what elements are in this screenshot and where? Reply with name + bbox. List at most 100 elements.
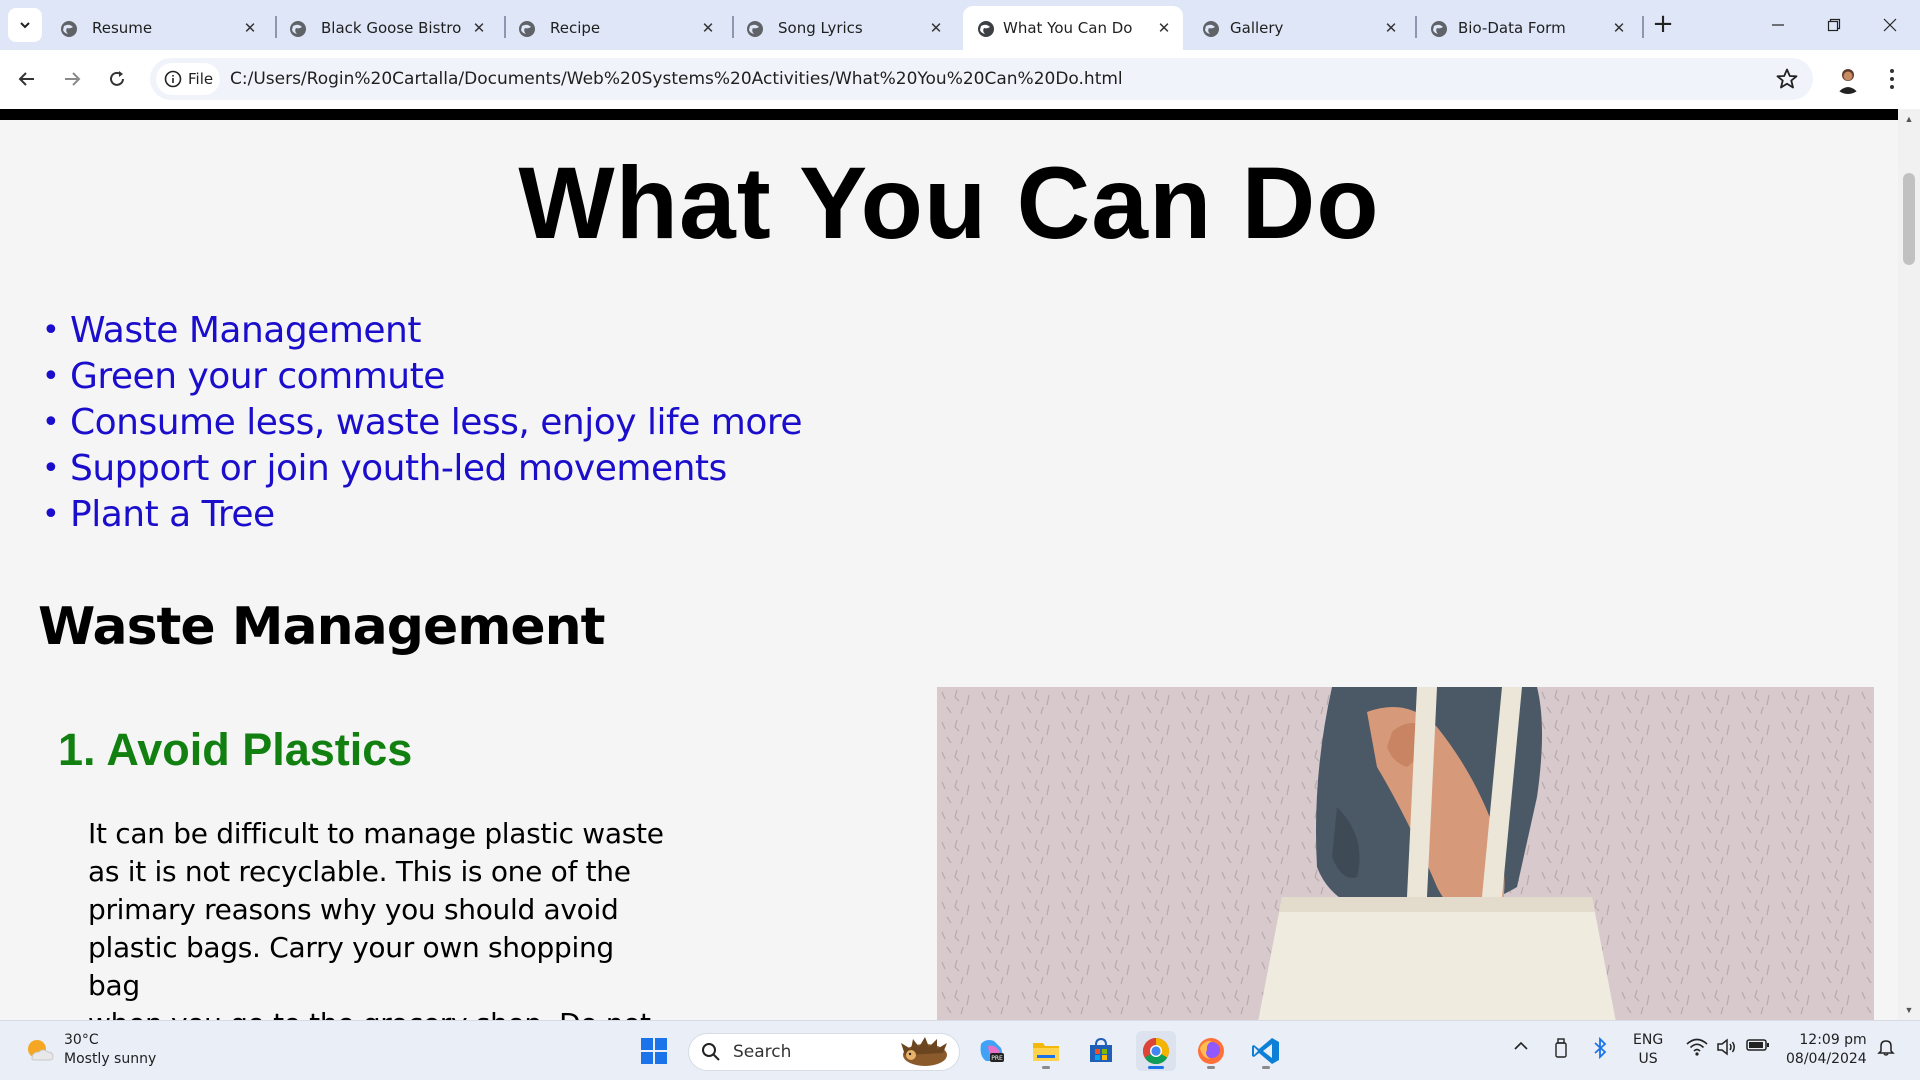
tab-title: Bio-Data Form xyxy=(1458,19,1566,37)
taskbar-app-store[interactable] xyxy=(1081,1031,1121,1071)
tab-gallery[interactable]: Gallery ✕ xyxy=(1188,6,1410,50)
globe-icon xyxy=(978,21,994,37)
weather-desc: Mostly sunny xyxy=(64,1051,157,1067)
tab-resume[interactable]: Resume ✕ xyxy=(46,6,268,50)
taskbar-app-vscode[interactable] xyxy=(1246,1031,1286,1071)
toc-link-plant-a-tree[interactable]: Plant a Tree xyxy=(70,494,275,535)
volume-icon xyxy=(1717,1038,1735,1056)
toc-link-green-commute[interactable]: Green your commute xyxy=(70,356,445,397)
site-chip-label: File xyxy=(188,70,214,88)
show-hidden-icons[interactable] xyxy=(1512,1037,1530,1055)
bluetooth-tray[interactable] xyxy=(1592,1037,1608,1059)
close-icon[interactable]: ✕ xyxy=(1381,18,1401,38)
tab-search-button[interactable] xyxy=(8,8,42,42)
minimize-button[interactable] xyxy=(1760,10,1796,40)
tab-song-lyrics[interactable]: Song Lyrics ✕ xyxy=(732,6,954,50)
taskbar-app-firefox[interactable] xyxy=(1191,1031,1231,1071)
paragraph: It can be difficult to manage plastic wa… xyxy=(88,815,673,1020)
usb-drive-icon xyxy=(1555,1038,1567,1058)
usb-tray[interactable] xyxy=(1552,1037,1570,1059)
toc-item: • Consume less, waste less, enjoy life mo… xyxy=(42,399,803,445)
volume-tray[interactable] xyxy=(1716,1037,1738,1057)
toc-item: • Support or join youth-led movements xyxy=(42,445,802,491)
scroll-thumb[interactable] xyxy=(1903,173,1915,265)
address-bar[interactable]: File C:/Users/Rogin%20Cartalla/Documents… xyxy=(150,58,1813,100)
running-indicator xyxy=(1148,1066,1164,1069)
svg-text:PRE: PRE xyxy=(991,1055,1003,1062)
toc-link-waste-management[interactable]: Waste Management xyxy=(70,310,421,351)
close-icon[interactable]: ✕ xyxy=(469,18,489,38)
close-icon[interactable]: ✕ xyxy=(698,18,718,38)
firefox-icon xyxy=(1198,1038,1224,1064)
tab-black-goose-bistro[interactable]: Black Goose Bistro ✕ xyxy=(275,6,497,50)
bullet-icon: • xyxy=(42,312,60,348)
battery-tray[interactable] xyxy=(1746,1037,1770,1053)
tab-recipe[interactable]: Recipe ✕ xyxy=(504,6,726,50)
clock-date: 08/04/2024 xyxy=(1786,1051,1867,1067)
tab-title: Black Goose Bistro xyxy=(321,19,462,37)
language-code: ENG xyxy=(1633,1032,1664,1048)
tab-what-you-can-do[interactable]: What You Can Do ✕ xyxy=(963,6,1183,50)
chevron-up-icon xyxy=(1514,1041,1528,1050)
minimize-icon xyxy=(1772,24,1784,26)
paragraph-line: plastic bags. Carry your own shopping ba… xyxy=(88,931,614,1002)
wifi-tray[interactable] xyxy=(1686,1037,1708,1057)
taskbar-search[interactable]: Search xyxy=(688,1033,960,1071)
tab-title: Gallery xyxy=(1230,19,1284,37)
arrow-right-icon xyxy=(65,72,81,86)
taskbar-app-chrome[interactable] xyxy=(1136,1031,1176,1071)
reload-button[interactable] xyxy=(100,62,134,96)
taskbar-app-copilot[interactable]: PRE xyxy=(971,1031,1011,1071)
plus-icon: + xyxy=(1652,9,1674,39)
new-tab-button[interactable]: + xyxy=(1651,9,1675,39)
notifications-button[interactable] xyxy=(1876,1037,1896,1057)
start-button[interactable] xyxy=(634,1031,674,1071)
url-text[interactable]: C:/Users/Rogin%20Cartalla/Documents/Web%… xyxy=(230,69,1123,89)
star-icon[interactable] xyxy=(1775,67,1799,91)
globe-icon xyxy=(1203,21,1219,37)
close-icon xyxy=(1883,18,1897,32)
globe-icon xyxy=(747,21,763,37)
tab-bio-data-form[interactable]: Bio-Data Form ✕ xyxy=(1416,6,1638,50)
bullet-icon: • xyxy=(42,496,60,532)
close-icon[interactable]: ✕ xyxy=(1609,18,1629,38)
close-icon[interactable]: ✕ xyxy=(1154,18,1174,38)
avatar xyxy=(1833,64,1863,94)
toc-link-consume-less[interactable]: Consume less, waste less, enjoy life mor… xyxy=(70,402,803,443)
clock[interactable]: 12:09 pm 08/04/2024 xyxy=(1786,1031,1867,1069)
close-window-button[interactable] xyxy=(1872,10,1908,40)
paragraph-line: primary reasons why you should avoid xyxy=(88,893,619,926)
page-viewport: What You Can Do • Waste Management • Green… xyxy=(0,109,1898,1020)
toc-link-youth-movements[interactable]: Support or join youth-led movements xyxy=(70,448,727,489)
hedgehog-icon xyxy=(901,1037,947,1066)
partly-sunny-icon xyxy=(28,1040,54,1061)
paragraph-line: when you go to the grocery shop. Do not xyxy=(88,1005,673,1020)
scroll-down-icon[interactable]: ▼ xyxy=(1903,1004,1915,1016)
kebab-icon[interactable] xyxy=(1880,63,1904,95)
restore-button[interactable] xyxy=(1816,10,1852,40)
site-info-chip[interactable]: File xyxy=(156,63,220,95)
battery-icon xyxy=(1746,1039,1769,1051)
windows-icon xyxy=(641,1038,667,1064)
restore-icon xyxy=(1827,18,1841,32)
close-icon[interactable]: ✕ xyxy=(926,18,946,38)
page-scrollbar[interactable]: ▲ ▼ xyxy=(1898,109,1920,1020)
back-button[interactable] xyxy=(10,62,44,96)
sub-heading: 1. Avoid Plastics xyxy=(58,724,413,775)
taskbar-app-file-explorer[interactable] xyxy=(1026,1031,1066,1071)
bell-icon xyxy=(1877,1040,1895,1056)
tab-strip: Resume ✕ Black Goose Bistro ✕ Recipe ✕ S… xyxy=(0,0,1920,50)
globe-icon xyxy=(1431,21,1447,37)
paragraph-line: as it is not recyclable. This is one of … xyxy=(88,855,631,888)
language-indicator[interactable]: ENG US xyxy=(1633,1031,1663,1069)
scroll-up-icon[interactable]: ▲ xyxy=(1903,113,1915,125)
close-icon[interactable]: ✕ xyxy=(240,18,260,38)
weather-widget[interactable]: 30°C Mostly sunny xyxy=(24,1031,156,1069)
globe-icon xyxy=(519,21,535,37)
profile-avatar[interactable] xyxy=(1833,64,1863,94)
reload-icon xyxy=(110,71,124,86)
table-of-contents: • Waste Management • Green your commute • C… xyxy=(42,307,803,537)
weather-temp: 30°C xyxy=(64,1032,99,1048)
language-text: ENG US xyxy=(1633,1031,1663,1069)
forward-button[interactable] xyxy=(55,62,89,96)
